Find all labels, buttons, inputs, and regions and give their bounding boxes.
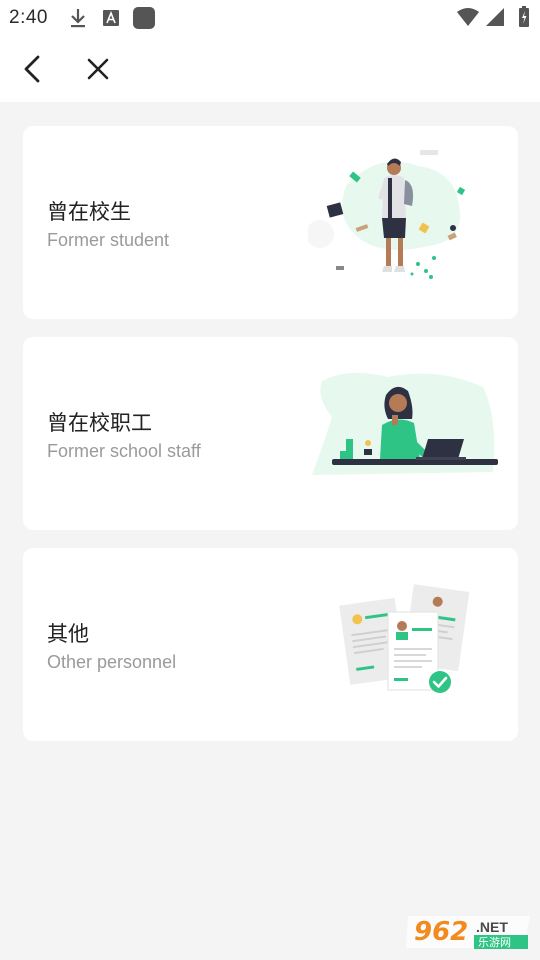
option-card-other-personnel[interactable]: 其他 Other personnel: [23, 548, 518, 741]
watermark-logo: 962 .NET 乐游网: [404, 910, 534, 954]
back-button[interactable]: [14, 50, 54, 90]
watermark-number: 962: [414, 917, 468, 947]
watermark-suffix: .NET: [476, 919, 508, 935]
option-title: 曾在校生: [47, 200, 131, 224]
staff-illustration: [308, 357, 498, 507]
wifi-icon: [457, 8, 479, 26]
download-icon: [71, 9, 85, 28]
option-subtitle: Other personnel: [47, 652, 177, 672]
option-subtitle: Former school staff: [47, 441, 201, 461]
option-title: 其他: [47, 622, 89, 646]
option-card-former-staff[interactable]: 曾在校职工 Former school staff: [23, 337, 518, 530]
student-illustration: [308, 146, 498, 296]
option-subtitle: Former student: [47, 230, 170, 250]
close-button[interactable]: [78, 50, 118, 90]
app-square-icon: [133, 7, 155, 29]
battery-icon: [519, 6, 529, 27]
documents-illustration: [308, 568, 498, 718]
status-bar: 2:40: [0, 0, 540, 36]
option-title: 曾在校职工: [47, 411, 152, 435]
watermark-site-name: 乐游网: [478, 936, 511, 949]
status-time: 2:40: [9, 7, 48, 28]
chevron-left-icon: [24, 55, 40, 83]
nav-bar: [0, 36, 540, 102]
cell-signal-icon: [486, 8, 504, 26]
a-badge-icon: [103, 10, 119, 26]
close-icon: [87, 58, 109, 80]
option-card-former-student[interactable]: 曾在校生 Former student: [23, 126, 518, 319]
